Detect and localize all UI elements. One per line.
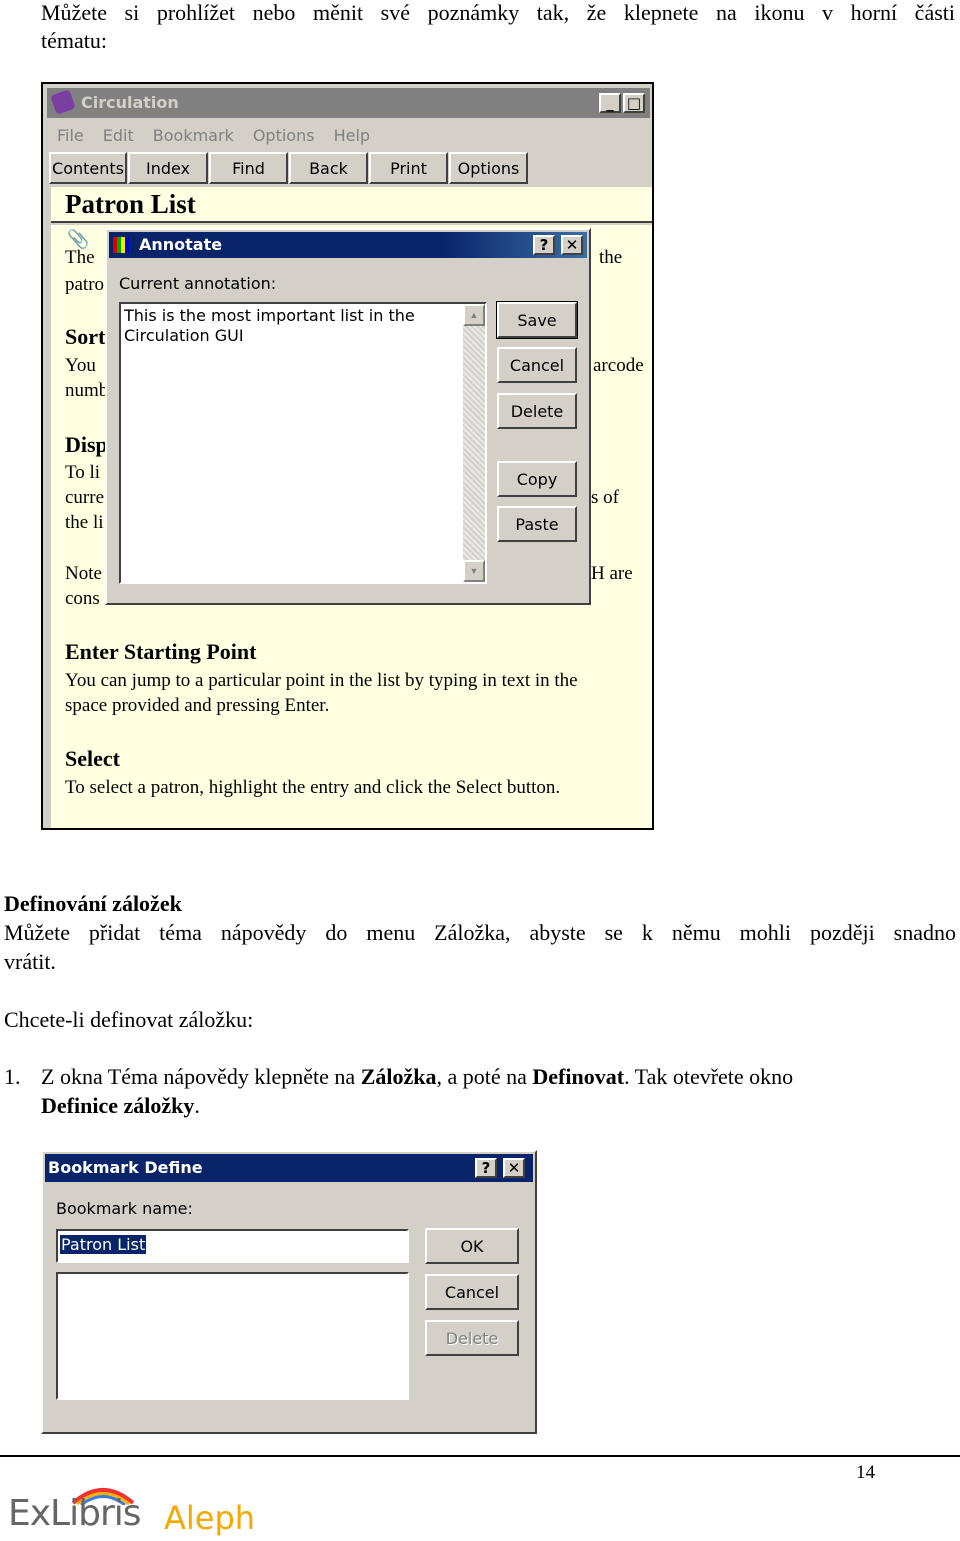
obscured-text: s of: [591, 487, 619, 508]
logo-exlibris: ExLibris: [8, 1493, 142, 1534]
obscured-text: The: [65, 247, 95, 268]
bookmark-name-label: Bookmark name:: [56, 1199, 193, 1218]
obscured-text: You: [65, 355, 96, 376]
section-heading: Enter Starting Point: [65, 639, 257, 664]
index-button[interactable]: Index: [128, 152, 208, 184]
annotation-text-line: This is the most important list in the: [124, 306, 415, 325]
menu-bookmark[interactable]: Bookmark: [153, 126, 234, 145]
dialog-title-bar: Annotate ? ✕: [109, 232, 587, 258]
scroll-up-arrow-icon[interactable]: ▲: [463, 304, 485, 326]
list-item-text: Z okna Téma nápovědy klepněte na Záložka…: [41, 1064, 793, 1090]
text: .: [194, 1093, 200, 1118]
ok-button[interactable]: OK: [425, 1228, 519, 1264]
find-button[interactable]: Find: [209, 152, 288, 184]
app-icon: [113, 237, 129, 253]
obscured-text: patro: [65, 274, 105, 295]
title-bar: Circulation _ □: [47, 88, 650, 118]
window-title: Circulation: [81, 93, 179, 112]
list-number: 1.: [4, 1064, 21, 1089]
obscured-text: the: [599, 247, 623, 268]
scrollbar[interactable]: ▲ ▼: [463, 304, 485, 582]
exlibris-aleph-logo: ExLibris Aleph: [8, 1483, 258, 1541]
back-button[interactable]: Back: [289, 152, 368, 184]
obscured-text: Note: [65, 563, 102, 584]
bold-term: Definice záložky: [41, 1093, 195, 1118]
annotation-textarea[interactable]: This is the most important list in the C…: [119, 302, 487, 584]
close-button[interactable]: ✕: [561, 235, 583, 255]
menu-edit[interactable]: Edit: [103, 126, 134, 145]
selected-text: Patron List: [60, 1235, 147, 1254]
close-button[interactable]: ✕: [503, 1158, 525, 1178]
copy-button[interactable]: Copy: [497, 461, 577, 497]
section-heading: Definování záložek: [4, 891, 182, 916]
topic-title: Patron List: [65, 189, 196, 219]
cancel-button[interactable]: Cancel: [497, 347, 577, 383]
scroll-down-arrow-icon[interactable]: ▼: [463, 560, 485, 582]
paragraph-line: vrátit.: [4, 949, 56, 974]
paragraph-line: Můžete přidat téma nápovědy do menu Zálo…: [4, 920, 956, 945]
menu-file[interactable]: File: [57, 126, 84, 145]
obscured-text: the li: [65, 512, 104, 533]
topic-header: Patron List: [51, 187, 652, 223]
dialog-title-bar: Bookmark Define ? ✕: [45, 1154, 533, 1182]
text: , a poté na: [436, 1064, 533, 1089]
text: . Tak otevřete okno: [624, 1064, 794, 1089]
bookmark-name-input[interactable]: Patron List: [56, 1229, 409, 1263]
obscured-text: cons: [65, 588, 100, 609]
obscured-heading: Disp: [65, 432, 108, 457]
menu-help[interactable]: Help: [334, 126, 370, 145]
menu-bar: File Edit Bookmark Options Help: [57, 126, 370, 145]
page-number: 14: [856, 1462, 875, 1483]
section-heading: Select: [65, 746, 120, 771]
menu-options[interactable]: Options: [253, 126, 315, 145]
help-button[interactable]: ?: [475, 1158, 497, 1178]
dialog-title: Annotate: [139, 235, 223, 254]
bold-term: Definovat: [532, 1064, 625, 1089]
intro-line: Můžete si prohlížet nebo měnit své pozná…: [41, 0, 955, 25]
obscured-text: curre: [65, 487, 105, 508]
section-text: To select a patron, highlight the entry …: [65, 777, 561, 798]
obscured-text: H are: [591, 563, 633, 584]
toolbar: Contents Index Find Back Print Options: [49, 152, 652, 186]
footer-divider: [0, 1455, 960, 1457]
bold-term: Záložka: [360, 1064, 437, 1089]
intro-line: tématu:: [41, 28, 107, 53]
annotate-dialog: Annotate ? ✕ Current annotation: This is…: [105, 228, 591, 605]
obscured-text: arcode: [593, 355, 644, 376]
minimize-button[interactable]: _: [599, 93, 621, 113]
bookmark-list[interactable]: [56, 1272, 409, 1400]
obscured-text: To li: [65, 462, 101, 483]
annotation-text-line: Circulation GUI: [124, 326, 244, 345]
help-book-icon: [50, 89, 76, 115]
bookmark-define-dialog: Bookmark Define ? ✕ Bookmark name: Patro…: [41, 1150, 537, 1434]
section-text: You can jump to a particular point in th…: [65, 670, 578, 691]
logo-aleph: Aleph: [164, 1499, 256, 1537]
obscured-heading: Sort: [65, 324, 106, 349]
delete-button[interactable]: Delete: [497, 393, 577, 429]
cancel-button[interactable]: Cancel: [425, 1274, 519, 1310]
list-item-text: Definice záložky.: [41, 1093, 200, 1119]
text: Z okna Téma nápovědy klepněte na: [41, 1064, 361, 1089]
obscured-text: numb: [65, 380, 109, 401]
print-button[interactable]: Print: [369, 152, 448, 184]
contents-button[interactable]: Contents: [49, 152, 127, 184]
save-button[interactable]: Save: [496, 301, 578, 339]
maximize-button[interactable]: □: [623, 93, 645, 113]
dialog-title: Bookmark Define: [48, 1158, 203, 1177]
options-button[interactable]: Options: [449, 152, 528, 184]
paste-button[interactable]: Paste: [497, 506, 577, 542]
paragraph: Chcete-li definovat záložku:: [4, 1007, 254, 1032]
section-text: space provided and pressing Enter.: [65, 695, 330, 716]
delete-button[interactable]: Delete: [425, 1320, 519, 1356]
help-button[interactable]: ?: [533, 235, 555, 255]
annotation-label: Current annotation:: [119, 274, 277, 293]
